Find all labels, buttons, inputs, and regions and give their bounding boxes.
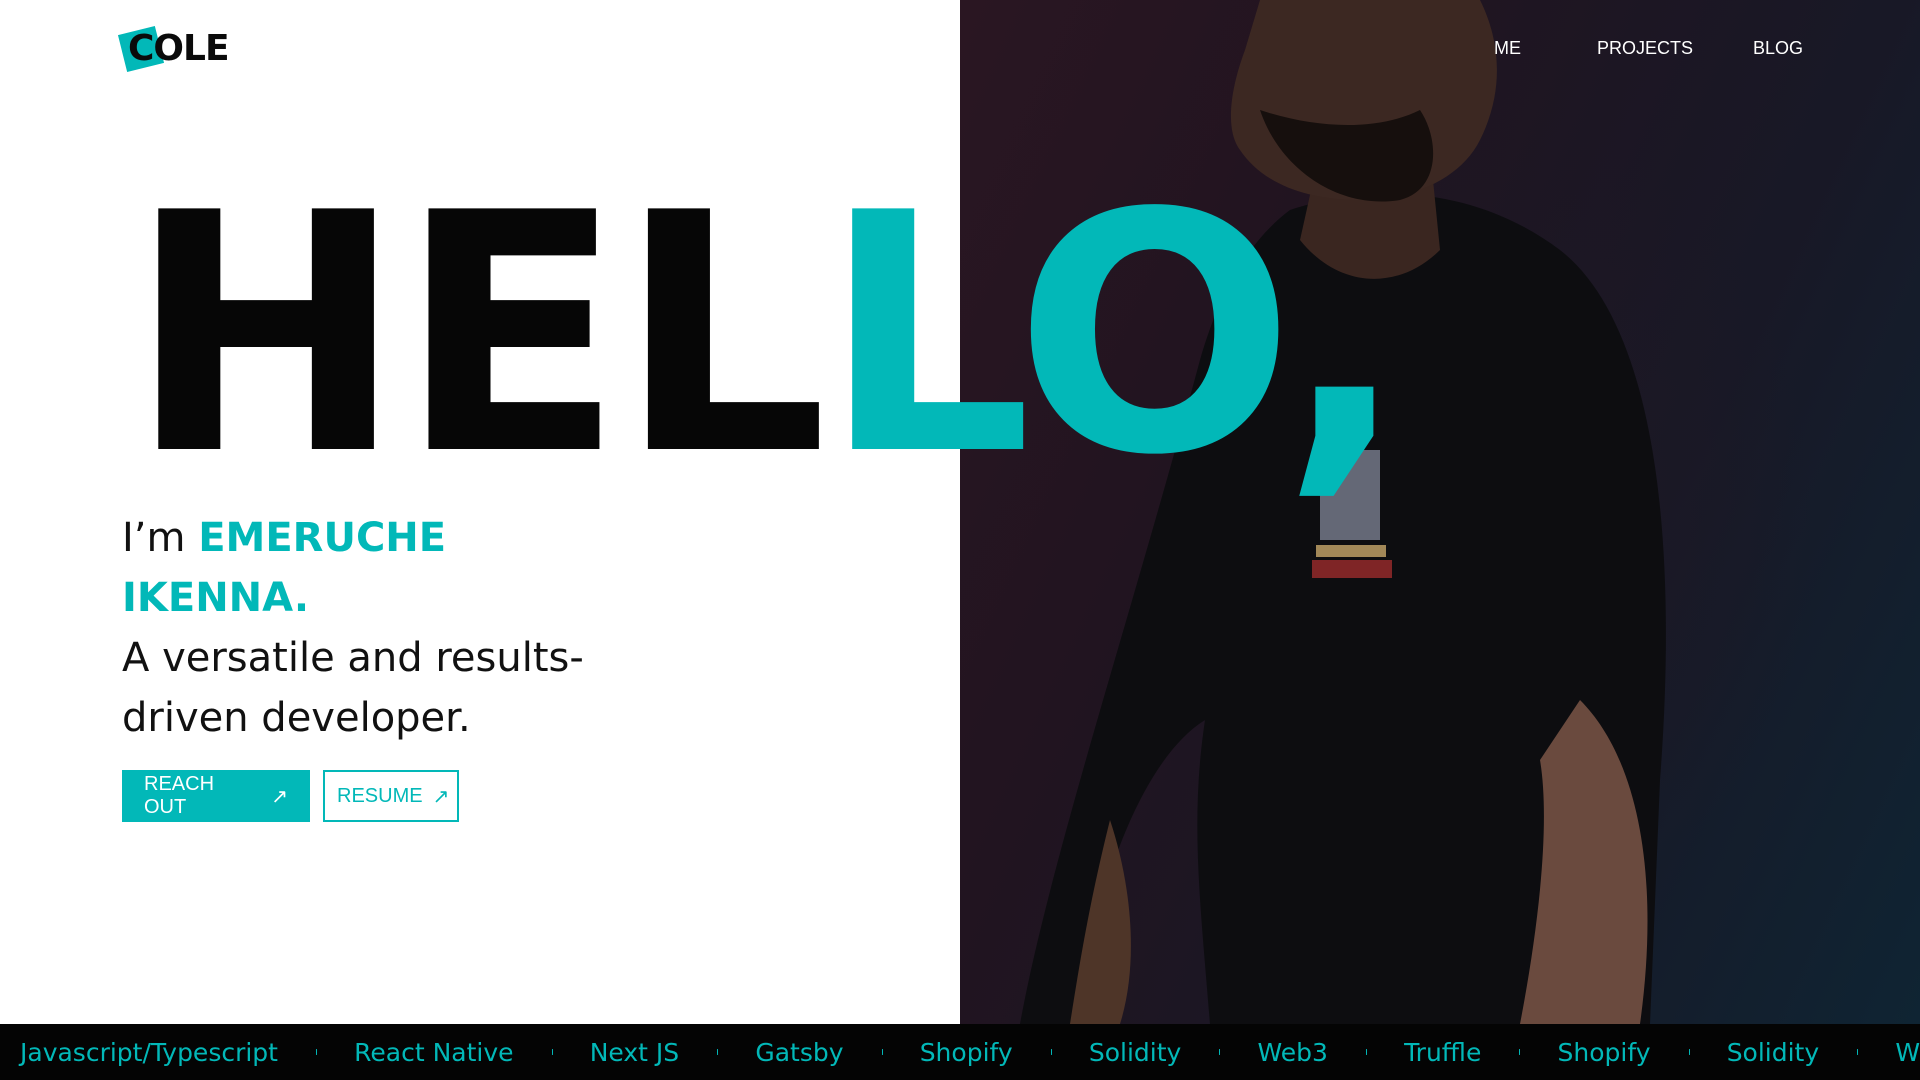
ticker-item: Solidity	[1088, 1037, 1182, 1067]
ticker-item: Truffle	[1404, 1037, 1482, 1067]
intro-tagline: A versatile and results-driven developer…	[122, 635, 584, 741]
resume-button[interactable]: RESUME ↗	[323, 770, 459, 822]
nav-item-blog[interactable]: BLOG	[1753, 38, 1803, 59]
hero-intro: I’m EMERUCHE IKENNA. A versatile and res…	[122, 508, 642, 748]
nav-item-me[interactable]: ME	[1494, 38, 1521, 59]
reach-out-button[interactable]: REACH OUT ↗	[122, 770, 310, 822]
resume-label: RESUME	[337, 784, 423, 807]
ticker-item: W	[1895, 1037, 1920, 1067]
ticker-item: Shopify	[1557, 1037, 1651, 1067]
ticker-item: Next JS	[589, 1037, 680, 1067]
site-logo[interactable]: COLE	[117, 25, 232, 74]
reach-out-label: REACH OUT	[144, 773, 215, 818]
ticker-item: React Native	[354, 1037, 514, 1067]
ticker-item: Gatsby	[755, 1037, 844, 1067]
arrow-up-right-icon: ↗	[271, 785, 288, 808]
ticker-item: Shopify	[919, 1037, 1013, 1067]
skills-ticker: Javascript/Typescript React Native Next …	[0, 1024, 1920, 1080]
hero-greeting: HELLO,	[128, 170, 1407, 510]
intro-prefix: I’m	[122, 515, 199, 561]
ticker-item: Javascript/Typescript	[20, 1037, 278, 1067]
arrow-up-right-icon: ↗	[432, 785, 450, 808]
greeting-dark-part: HEL	[128, 143, 828, 527]
nav-item-projects[interactable]: PROJECTS	[1597, 38, 1693, 59]
main-nav: ME PROJECTS BLOG	[960, 38, 1920, 68]
ticker-item: Solidity	[1726, 1037, 1820, 1067]
greeting-accent-part: LO,	[821, 143, 1407, 527]
logo-text: COLE	[128, 28, 230, 69]
ticker-item: Web3	[1257, 1037, 1328, 1067]
